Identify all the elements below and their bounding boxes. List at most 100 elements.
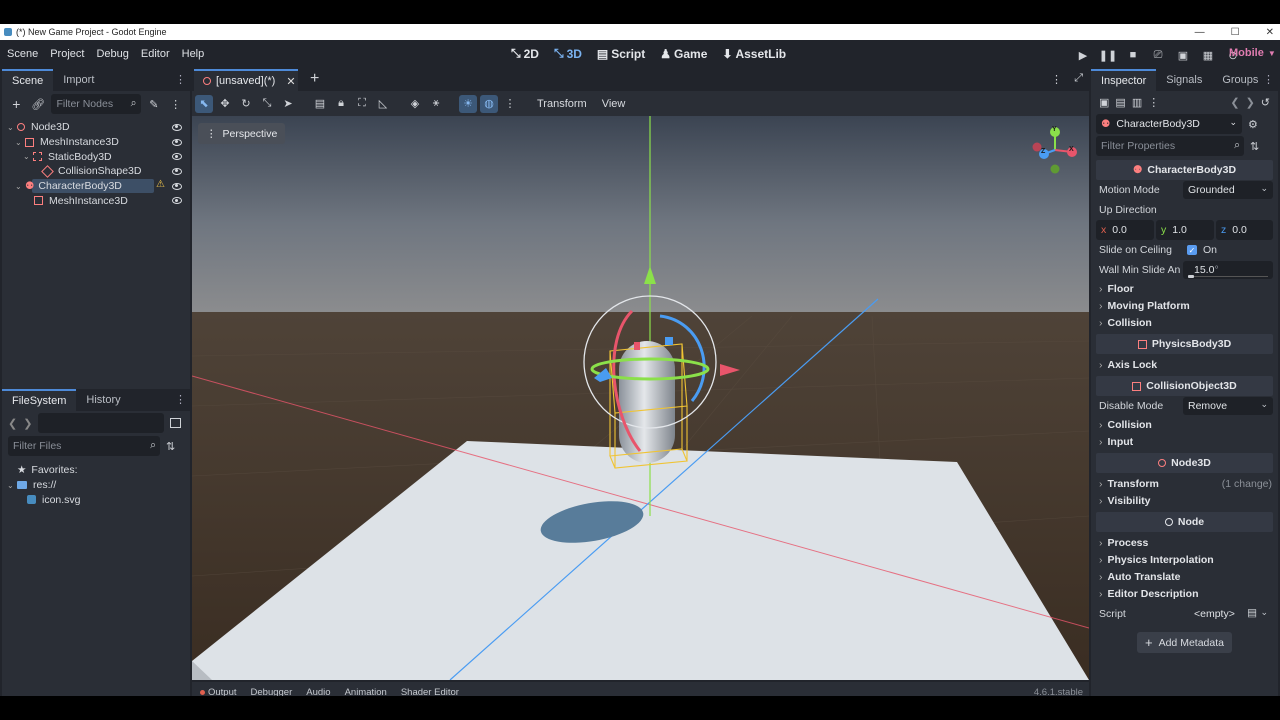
workspace-3d-button[interactable]: ⤡ 3D bbox=[554, 46, 582, 61]
pause-icon[interactable]: ❚❚ bbox=[1099, 46, 1117, 64]
resource-menu-icon[interactable]: ⋮ bbox=[1148, 96, 1159, 109]
history-forward-icon[interactable]: ❯ bbox=[1246, 96, 1255, 109]
tab-import[interactable]: Import bbox=[53, 69, 104, 91]
slider-grabber[interactable] bbox=[1188, 275, 1194, 278]
add-metadata-button[interactable]: + Add Metadata bbox=[1137, 632, 1232, 653]
workspace-2d-button[interactable]: ⤡ 2D bbox=[511, 46, 539, 61]
disable-mode-select[interactable]: Remove ⌄ bbox=[1183, 397, 1273, 415]
select-tool-icon[interactable]: ⬉ bbox=[195, 94, 213, 113]
list-select-icon[interactable]: ➤ bbox=[279, 95, 297, 113]
history-icon[interactable]: ↺ bbox=[1261, 96, 1270, 109]
audio-tab[interactable]: Audio bbox=[306, 687, 330, 697]
maximize-icon[interactable]: ☐ bbox=[1231, 27, 1240, 38]
visibility-eye-icon[interactable] bbox=[172, 153, 182, 161]
visibility-eye-icon[interactable] bbox=[172, 123, 182, 131]
motion-mode-select[interactable]: Grounded ⌄ bbox=[1183, 181, 1273, 199]
warning-icon[interactable]: ⚠ bbox=[156, 179, 165, 190]
tab-scene[interactable]: Scene bbox=[2, 69, 54, 91]
back-icon[interactable]: ❮ bbox=[8, 417, 17, 430]
visibility-eye-icon[interactable] bbox=[172, 182, 182, 190]
workspace-script-button[interactable]: ▤ Script bbox=[597, 47, 645, 61]
tree-node-node3d[interactable]: ⌄ Node3D bbox=[2, 120, 190, 135]
group-transform[interactable]: › Transform (1 change) bbox=[1091, 475, 1278, 492]
view-gizmo[interactable]: Y X Z bbox=[1030, 124, 1080, 176]
scale-tool-icon[interactable]: ⤡ bbox=[258, 95, 276, 113]
move-gizmo-plane-handle-x[interactable] bbox=[634, 342, 640, 350]
group-auto-translate[interactable]: › Auto Translate bbox=[1091, 568, 1278, 585]
menu-scene[interactable]: Scene bbox=[7, 48, 38, 60]
menu-help[interactable]: Help bbox=[182, 48, 205, 60]
play-scene-icon[interactable]: ▣ bbox=[1174, 46, 1192, 64]
path-input[interactable] bbox=[38, 413, 165, 433]
environment-preview-icon[interactable]: ◍ bbox=[480, 94, 498, 113]
3d-viewport[interactable]: ⋮ Perspective Y X Z bbox=[192, 116, 1089, 680]
tab-signals[interactable]: Signals bbox=[1156, 69, 1212, 91]
visibility-eye-icon[interactable] bbox=[172, 138, 182, 146]
group-physics-interpolation[interactable]: › Physics Interpolation bbox=[1091, 551, 1278, 568]
group-floor[interactable]: › Floor bbox=[1091, 280, 1278, 297]
workspace-assetlib-button[interactable]: ⬇ AssetLib bbox=[722, 47, 786, 61]
move-gizmo-plane-handle[interactable] bbox=[665, 337, 673, 345]
perspective-button[interactable]: ⋮ Perspective bbox=[198, 123, 286, 144]
group-editor-description[interactable]: › Editor Description bbox=[1091, 585, 1278, 602]
close-tab-icon[interactable]: ✕ bbox=[286, 75, 295, 88]
visibility-eye-icon[interactable] bbox=[172, 167, 182, 175]
shader-editor-tab[interactable]: Shader Editor bbox=[401, 687, 459, 697]
favorites-item[interactable]: ★ Favorites: bbox=[2, 463, 190, 478]
link-icon[interactable]: 🔗︎ bbox=[30, 95, 47, 113]
menu-editor[interactable]: Editor bbox=[141, 48, 170, 60]
res-folder-item[interactable]: ⌄ res:// bbox=[2, 478, 190, 493]
node-doc-icon[interactable]: ⚙ bbox=[1248, 118, 1258, 131]
group-process[interactable]: › Process bbox=[1091, 534, 1278, 551]
tree-node-meshinstance3d[interactable]: ⌄ MeshInstance3D bbox=[2, 135, 190, 150]
up-x-field[interactable]: x 0.0 bbox=[1096, 220, 1154, 240]
tree-node-characterbody3d[interactable]: ⌄ ⚉ CharacterBody3D ⚠ bbox=[2, 178, 190, 194]
stop-icon[interactable]: ■ bbox=[1124, 46, 1142, 64]
lock-icon[interactable]: 🔒︎ bbox=[332, 95, 350, 113]
cube-icon[interactable]: ◈ bbox=[406, 95, 424, 113]
object-selector[interactable]: ⚉ CharacterBody3D ⌄ bbox=[1096, 114, 1242, 134]
workspace-game-button[interactable]: ♟ Game bbox=[660, 47, 707, 61]
move-tool-icon[interactable]: ✥ bbox=[216, 95, 234, 113]
tab-inspector[interactable]: Inspector bbox=[1091, 69, 1157, 91]
forward-icon[interactable]: ❯ bbox=[23, 417, 32, 430]
ruler-icon[interactable]: ◺ bbox=[374, 95, 392, 113]
menu-project[interactable]: Project bbox=[50, 48, 84, 60]
tab-filesystem[interactable]: FileSystem bbox=[2, 389, 77, 411]
scene-tab-unsaved[interactable]: [unsaved](*) ✕ bbox=[194, 69, 298, 91]
group-visibility[interactable]: › Visibility bbox=[1091, 492, 1278, 509]
load-script-icon[interactable]: ▤ bbox=[1247, 607, 1257, 619]
open-resource-icon[interactable]: ▤ bbox=[1115, 96, 1125, 109]
tree-node-meshinstance3d-child[interactable]: MeshInstance3D bbox=[2, 193, 190, 208]
tree-node-staticbody3d[interactable]: ⌄ StaticBody3D bbox=[2, 149, 190, 164]
up-y-field[interactable]: y 1.0 bbox=[1156, 220, 1214, 240]
node-list-icon[interactable]: ▤ bbox=[311, 95, 329, 113]
view-menu[interactable]: View bbox=[602, 98, 626, 110]
minimize-icon[interactable]: — bbox=[1195, 27, 1205, 38]
distraction-free-icon[interactable]: ⤢ bbox=[1074, 72, 1083, 85]
tab-groups[interactable]: Groups bbox=[1212, 69, 1268, 91]
script-attach-icon[interactable]: ✎ bbox=[146, 95, 163, 113]
debugger-tab[interactable]: Debugger bbox=[251, 687, 293, 697]
wall-min-slide-angle-slider[interactable]: 15.0 ° bbox=[1183, 261, 1273, 279]
dock-menu-icon[interactable]: ⋮ bbox=[175, 73, 186, 86]
group-axis-lock[interactable]: › Axis Lock bbox=[1091, 356, 1278, 373]
icon-svg-item[interactable]: icon.svg bbox=[2, 492, 190, 507]
renderer-select[interactable]: Mobile ▼ bbox=[1229, 47, 1276, 59]
filter-nodes-input[interactable]: Filter Nodes ⌕ bbox=[51, 94, 141, 114]
filter-files-input[interactable]: Filter Files ⌕ bbox=[8, 436, 160, 456]
sort-icon[interactable]: ⇅ bbox=[166, 440, 175, 453]
up-z-field[interactable]: z 0.0 bbox=[1216, 220, 1273, 240]
play-icon[interactable]: ▶ bbox=[1074, 46, 1092, 64]
group-moving-platform[interactable]: › Moving Platform bbox=[1091, 297, 1278, 314]
new-scene-tab-icon[interactable]: + bbox=[310, 70, 319, 88]
scene-menu-icon[interactable]: ⋮ bbox=[167, 95, 184, 113]
snap-icon[interactable]: ⚹ bbox=[427, 95, 445, 113]
dock-menu-icon[interactable]: ⋮ bbox=[1263, 73, 1274, 86]
new-resource-icon[interactable]: ▣ bbox=[1099, 96, 1109, 109]
scene-tabs-menu-icon[interactable]: ⋮ bbox=[1051, 73, 1062, 86]
dock-menu-icon[interactable]: ⋮ bbox=[175, 393, 186, 406]
preview-menu-icon[interactable]: ⋮ bbox=[501, 95, 519, 113]
split-view-icon[interactable] bbox=[170, 418, 182, 428]
transform-menu[interactable]: Transform bbox=[537, 98, 587, 110]
